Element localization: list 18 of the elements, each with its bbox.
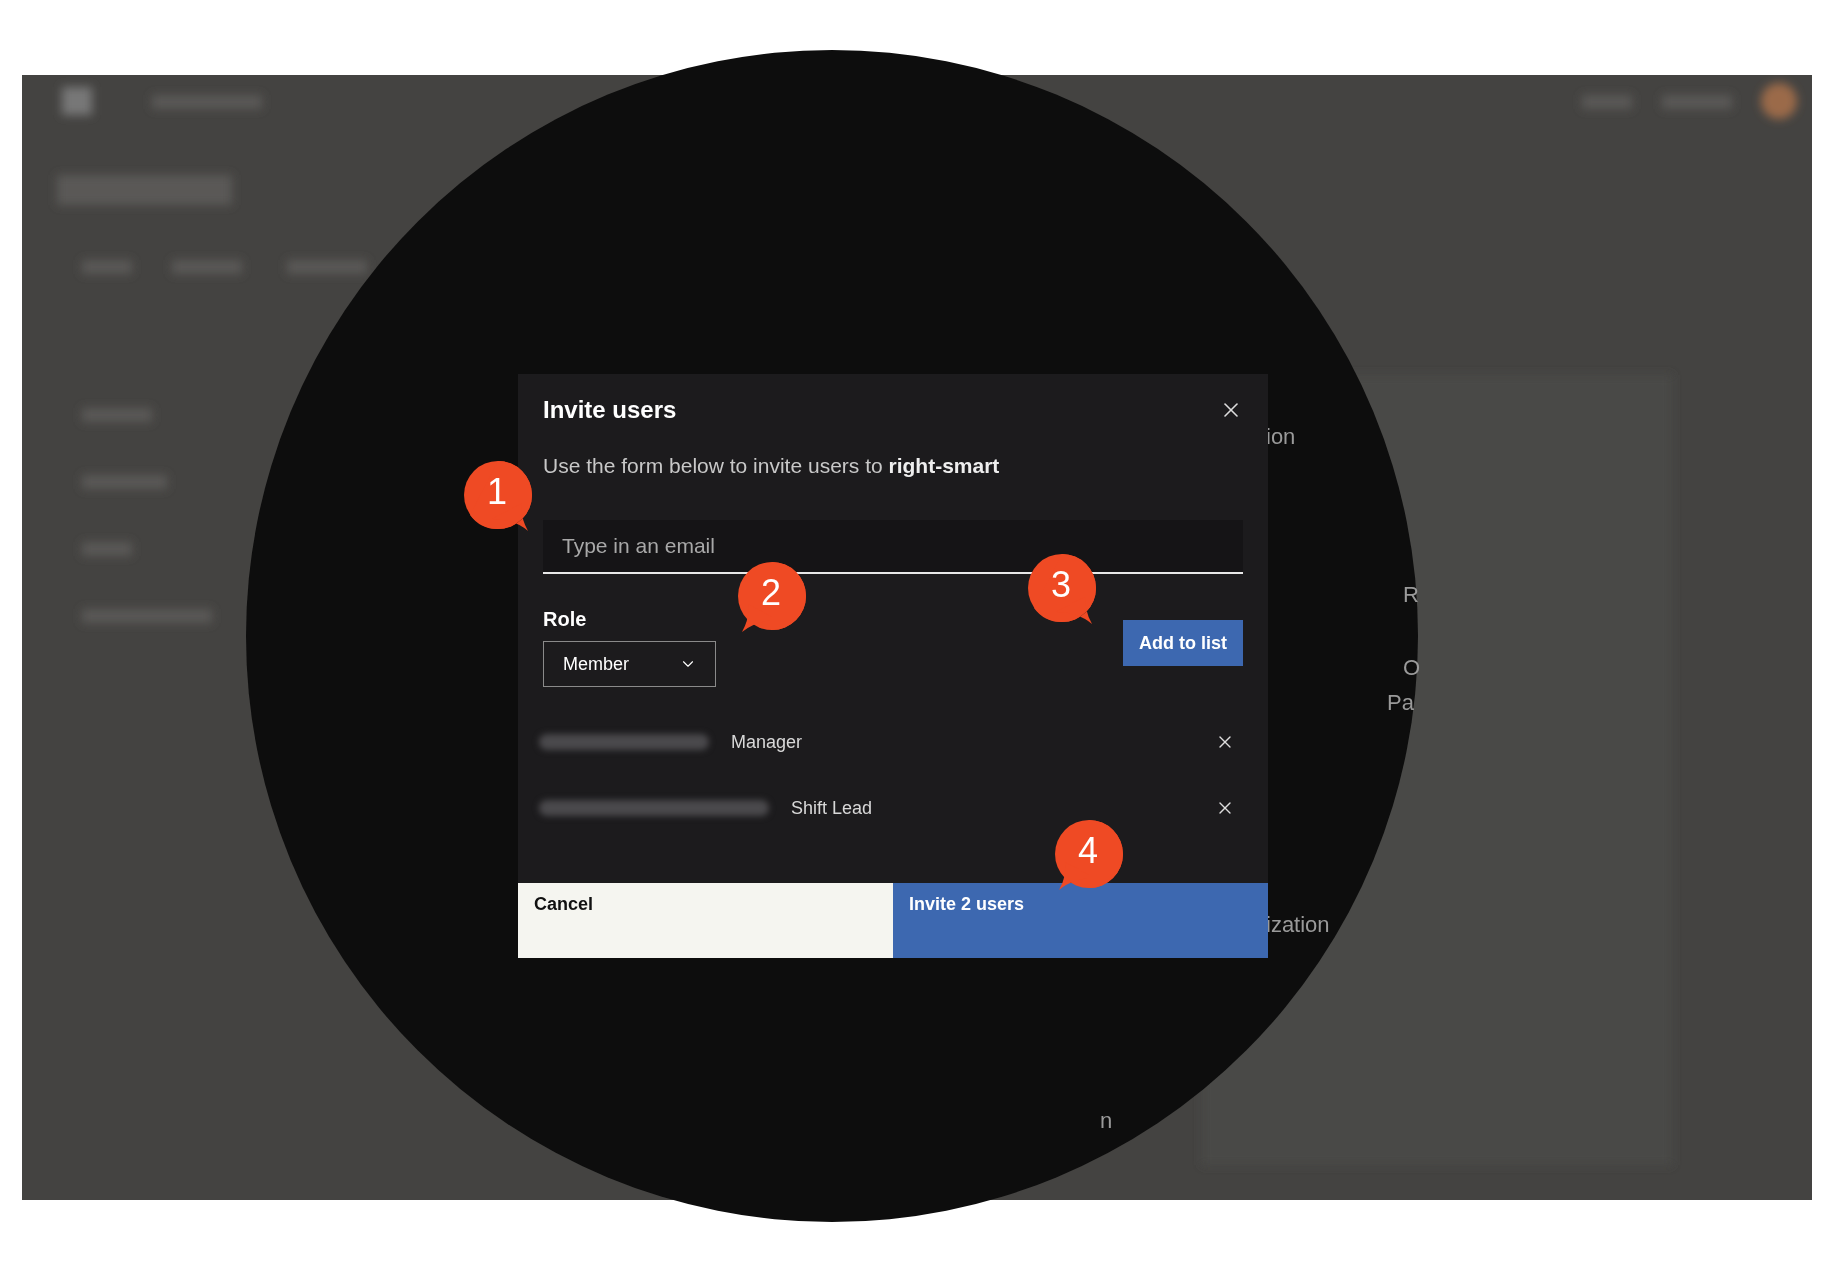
add-to-list-button[interactable]: Add to list (1123, 620, 1243, 666)
background-text: n (1100, 1108, 1113, 1134)
number-callout: 3 (1026, 552, 1098, 626)
invitee-role: Shift Lead (791, 797, 874, 819)
background-text: R (1403, 582, 1419, 608)
number-callout: 4 (1053, 818, 1125, 892)
number-callout: 2 (736, 560, 808, 634)
number-callout: 1 (462, 459, 534, 533)
invite-button[interactable]: Invite 2 users (893, 883, 1268, 958)
invitee-role: Manager (731, 731, 804, 753)
role-label: Role (543, 608, 588, 631)
background-text: O (1403, 655, 1421, 681)
background-text: Pa (1387, 690, 1414, 716)
cancel-button[interactable]: Cancel (518, 883, 893, 958)
background-text: ization (1266, 912, 1330, 938)
dialog-title: Invite users (543, 396, 677, 424)
dialog-subtitle: Use the form below to invite users to right-smart (543, 454, 1001, 478)
role-select[interactable]: Member (543, 641, 716, 687)
